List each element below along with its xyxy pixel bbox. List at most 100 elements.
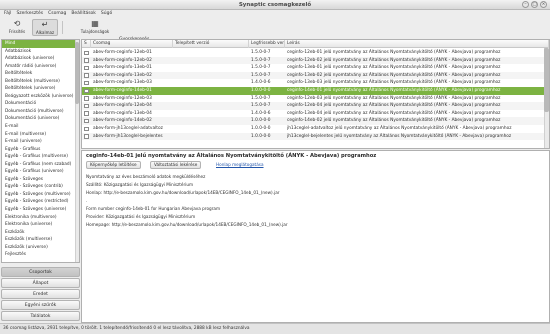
filter-item[interactable]: Eszközök <box>2 229 79 237</box>
description-line: Form number ceginfo-14eb-01 for Hungaria… <box>86 206 221 211</box>
table-row[interactable]: abev-form-ceginfo-13eb-02 1.5.0-0-7 ceginf… <box>82 71 544 80</box>
minimize-icon[interactable]: – <box>522 1 529 8</box>
table-row[interactable]: abev-form-ceginfo-12eb-01 1.5.0-0-7 ceginf… <box>82 49 544 57</box>
filter-scrollbar-thumb[interactable] <box>75 42 79 104</box>
filter-item[interactable]: Eszközök (universe) <box>2 244 79 252</box>
filter-item[interactable]: Egyéb - Szöveges (universe) <box>2 206 79 214</box>
toolbar: ⟲ Frissítés ↵ Alkalmaz ▦ Tulajdonságok G… <box>0 18 550 52</box>
latest-version: 1.4.0-0-6 <box>251 110 271 116</box>
filter-item[interactable]: Elektronika (multiverse) <box>2 214 79 222</box>
filter-item[interactable]: E-mail (universe) <box>2 138 79 146</box>
package-checkbox[interactable] <box>84 65 89 71</box>
filter-item[interactable]: Mind <box>2 40 79 48</box>
package-checkbox[interactable] <box>84 73 89 78</box>
filter-item[interactable]: Egyéb - Grafikus (multiverse) <box>2 153 79 161</box>
latest-version: 1.0.0-0-0 <box>251 126 271 131</box>
menu-settings[interactable]: Beállítások <box>71 10 96 18</box>
filter-item[interactable]: Egyéb - Szöveges (restricted) <box>2 198 79 206</box>
table-row[interactable]: abev-form-ceginfo-14eb-02 1.0.0-0-0 ceginf… <box>82 117 544 125</box>
package-checkbox[interactable] <box>84 134 89 139</box>
installed-version <box>175 133 249 141</box>
filter-item[interactable]: Beágyazott eszközök (universe) <box>2 93 79 101</box>
reload-button[interactable]: ⟲ Frissítés <box>4 19 30 36</box>
origin-button[interactable]: Eredet <box>1 289 80 299</box>
table-row[interactable]: abev-form-ceginfo-12eb-02 1.5.0-0-7 ceginf… <box>82 56 544 65</box>
close-icon[interactable]: × <box>540 1 547 8</box>
menu-bar: Fájl Szerkesztés Csomag Beállítások Súgó <box>0 10 550 18</box>
filter-item[interactable]: E-mail <box>2 123 79 131</box>
package-checkbox[interactable] <box>84 80 89 86</box>
col-installed-version[interactable]: Telepített verzió <box>173 40 249 48</box>
col-description[interactable]: Leírás <box>285 40 549 48</box>
package-name: abev-form-ceginfo-12eb-01 <box>93 50 152 55</box>
reload-icon: ⟲ <box>13 19 21 28</box>
menu-package[interactable]: Csomag <box>48 10 66 18</box>
menu-help[interactable]: Súgó <box>101 10 112 18</box>
custom-filters-button[interactable]: Egyéni szűrők <box>1 300 80 310</box>
filter-item[interactable]: Amatőr rádió (universe) <box>2 63 79 71</box>
installed-version <box>175 72 249 80</box>
filter-item[interactable]: E-mail (multiverse) <box>2 131 79 139</box>
search-results-button[interactable]: Találatok <box>1 311 80 321</box>
package-description: ceginfo-14eb-01 jelű nyomtatvány az Álta… <box>287 88 501 93</box>
visit-homepage-link[interactable]: Honlap meglátogatása <box>216 162 264 167</box>
package-checkbox[interactable] <box>84 118 89 124</box>
filter-item[interactable]: Dokumentáció (universe) <box>2 115 79 123</box>
table-row[interactable]: abev-form-ceginfo-12eb-03 1.5.0-0-7 ceginf… <box>82 95 544 103</box>
menu-file[interactable]: Fájl <box>4 10 11 18</box>
installed-version <box>175 125 249 133</box>
maximize-icon[interactable]: □ <box>531 1 538 8</box>
filter-item[interactable]: Adatbázisok <box>2 48 79 56</box>
table-row[interactable]: abev-form-ceginfo-13eb-04 1.4.0-0-6 ceginf… <box>82 110 544 118</box>
table-row[interactable]: abev-form-ceginfo-12eb-04 1.5.0-0-7 ceginf… <box>82 102 544 110</box>
status-button[interactable]: Állapot <box>1 278 80 288</box>
package-checkbox[interactable] <box>84 96 89 101</box>
filter-item[interactable]: Egyéb - Szöveges (contrib) <box>2 183 79 191</box>
package-checkbox[interactable] <box>84 103 89 109</box>
apply-button[interactable]: ↵ Alkalmaz <box>32 19 58 36</box>
table-row[interactable]: abev-form-jh13ceglel-bejelentes 1.0.0-0-0… <box>82 132 544 141</box>
table-row[interactable]: abev-form-ceginfo-14eb-01 1.0.0-0-0 ceginf… <box>82 87 544 95</box>
filter-item[interactable]: Dokumentáció <box>2 100 79 108</box>
filter-item[interactable]: Elektronika (universe) <box>2 221 79 229</box>
package-checkbox[interactable] <box>84 58 89 63</box>
filter-item[interactable]: Beltöltételek (multiverse) <box>2 78 79 86</box>
package-checkbox[interactable] <box>84 88 89 94</box>
col-status[interactable]: S <box>82 40 91 48</box>
filter-item[interactable]: Egyéb - Grafikus (nem szabad) <box>2 161 79 169</box>
get-screenshot-button[interactable]: Képernyőkép letöltése <box>86 161 141 169</box>
table-row[interactable]: abev-form-ceginfo-13eb-01 1.5.0-0-7 ceginf… <box>82 64 544 72</box>
col-latest-version[interactable]: Legfrissebb verzió <box>249 40 285 48</box>
filter-item[interactable]: Fejlesztés <box>2 251 79 259</box>
table-scrollbar[interactable] <box>544 48 549 148</box>
package-name: abev-form-jh13ceglel-bejelentes <box>93 133 163 139</box>
table-scrollbar-thumb[interactable] <box>544 48 549 112</box>
package-description: ceginfo-13eb-02 jelű nyomtatvány az Álta… <box>287 72 501 78</box>
col-package[interactable]: Csomag <box>91 40 173 48</box>
package-name: abev-form-ceginfo-13eb-04 <box>93 110 152 116</box>
table-row[interactable]: abev-form-jh13ceglel-adatvaltoz 1.0.0-0-0… <box>82 125 544 133</box>
groups-button[interactable]: Csoportok <box>1 267 80 277</box>
properties-icon: ▦ <box>91 19 99 28</box>
package-checkbox[interactable] <box>84 50 89 56</box>
filter-item[interactable]: Adatbázisok (universe) <box>2 55 79 63</box>
filter-item[interactable]: Egyéb - Grafikus <box>2 146 79 154</box>
filter-item[interactable]: Beltöltételek (universe) <box>2 85 79 93</box>
filter-item[interactable]: Egyéb - Szöveges <box>2 176 79 184</box>
package-name: abev-form-ceginfo-12eb-04 <box>93 103 152 109</box>
filter-item[interactable]: Egyéb - Szöveges (multiverse) <box>2 191 79 199</box>
filter-item[interactable]: Dokumentáció (multiverse) <box>2 108 79 116</box>
filter-scrollbar[interactable] <box>75 40 79 262</box>
properties-button[interactable]: ▦ Tulajdonságok <box>78 19 112 36</box>
filter-item[interactable]: Beltöltételek <box>2 70 79 78</box>
table-row[interactable]: abev-form-ceginfo-13eb-03 1.4.0-0-6 ceginf… <box>82 79 544 87</box>
filter-item[interactable]: Egyéb - Grafikus (universe) <box>2 168 79 176</box>
latest-version: 1.5.0-0-7 <box>251 103 271 109</box>
filter-item[interactable]: Eszközök (multiverse) <box>2 236 79 244</box>
get-changelog-button[interactable]: Változtatási lekérése <box>150 161 202 169</box>
menu-edit[interactable]: Szerkesztés <box>16 10 43 18</box>
package-description: ceginfo-12eb-03 jelű nyomtatvány az Álta… <box>287 95 501 101</box>
description-pane: ceginfo-14eb-01 jelű nyomtatvány az Álta… <box>81 150 550 323</box>
package-checkbox[interactable] <box>84 126 89 132</box>
package-checkbox[interactable] <box>84 111 89 116</box>
